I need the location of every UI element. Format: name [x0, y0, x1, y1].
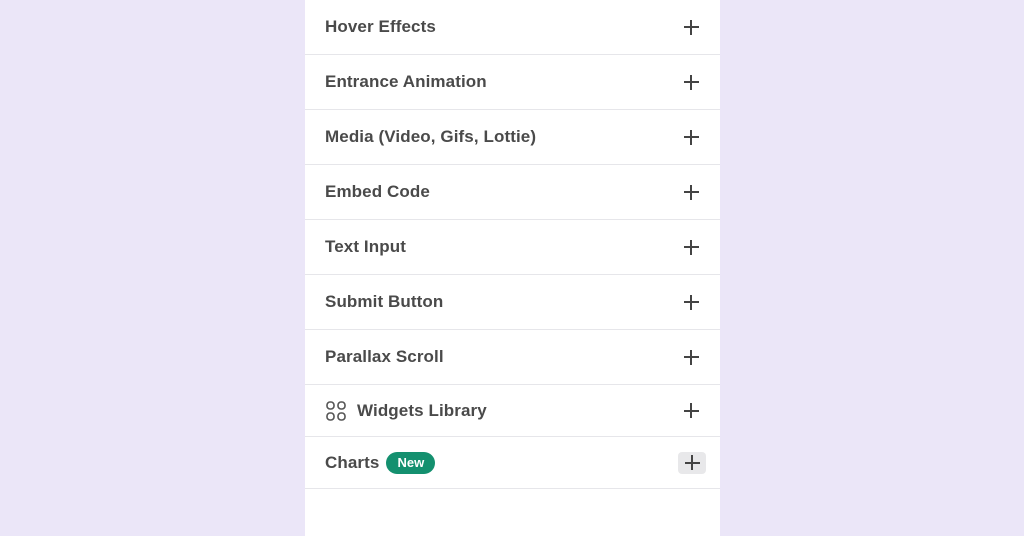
menu-item-label: Media (Video, Gifs, Lottie): [325, 127, 537, 146]
menu-item-label: Entrance Animation: [325, 72, 487, 91]
menu-item-label: Charts: [325, 452, 380, 472]
widgets-grid-icon: [325, 400, 347, 422]
plus-icon[interactable]: [680, 400, 702, 422]
menu-item-label: Embed Code: [325, 182, 430, 201]
menu-item-label: Submit Button: [325, 292, 444, 311]
menu-item-label: Widgets Library: [357, 400, 487, 420]
plus-icon[interactable]: [680, 16, 702, 38]
plus-icon[interactable]: [680, 126, 702, 148]
menu-item-embed-code[interactable]: Embed Code: [305, 165, 720, 220]
menu-item-parallax-scroll[interactable]: Parallax Scroll: [305, 330, 720, 385]
plus-icon[interactable]: [678, 451, 706, 474]
plus-icon[interactable]: [680, 236, 702, 258]
menu-item-media[interactable]: Media (Video, Gifs, Lottie): [305, 110, 720, 165]
plus-icon[interactable]: [680, 71, 702, 93]
menu-item-text-input[interactable]: Text Input: [305, 220, 720, 275]
menu-item-label: Parallax Scroll: [325, 347, 444, 366]
plus-icon[interactable]: [680, 291, 702, 313]
plus-icon[interactable]: [680, 181, 702, 203]
menu-item-label: Hover Effects: [325, 17, 436, 36]
new-badge: New: [386, 451, 436, 474]
menu-item-hover-effects[interactable]: Hover Effects: [305, 0, 720, 55]
plus-icon[interactable]: [680, 346, 702, 368]
menu-item-submit-button[interactable]: Submit Button: [305, 275, 720, 330]
menu-item-label: Text Input: [325, 237, 406, 256]
add-elements-panel: Hover Effects Entrance Animation Media (…: [305, 0, 720, 536]
menu-item-widgets-library[interactable]: Widgets Library: [305, 385, 720, 437]
menu-item-entrance-animation[interactable]: Entrance Animation: [305, 55, 720, 110]
menu-item-charts[interactable]: Charts New: [305, 437, 720, 489]
